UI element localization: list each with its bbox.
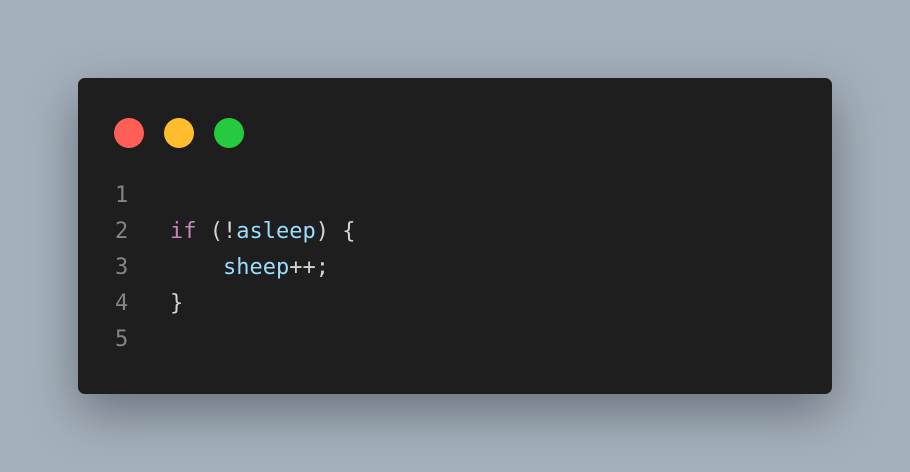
indent-token [170, 255, 223, 280]
punctuation-token: (! [196, 219, 237, 244]
line-number: 4 [115, 291, 129, 316]
line-number: 3 [115, 255, 129, 280]
identifier-token: asleep [236, 219, 316, 244]
minimize-button[interactable] [164, 118, 194, 148]
punctuation-token: } [170, 291, 184, 316]
code-line: 2 if (!asleep) { [115, 214, 795, 250]
code-line: 1 [115, 178, 795, 214]
maximize-button[interactable] [214, 118, 244, 148]
code-line: 3 sheep++; [115, 250, 795, 286]
line-number: 1 [115, 183, 129, 208]
punctuation-token: ++; [289, 255, 329, 280]
code-window: 1 2 if (!asleep) { 3 sheep++; 4 } 5 [78, 78, 832, 394]
line-content: sheep++; [170, 250, 329, 286]
line-number: 5 [115, 327, 129, 352]
line-content: if (!asleep) { [170, 214, 355, 250]
keyword-token: if [170, 219, 197, 244]
code-line: 4 } [115, 286, 795, 322]
code-line: 5 [115, 322, 795, 358]
code-editor[interactable]: 1 2 if (!asleep) { 3 sheep++; 4 } 5 [115, 178, 795, 358]
punctuation-token: ) { [315, 219, 356, 244]
line-number: 2 [115, 219, 129, 244]
identifier-token: sheep [222, 255, 290, 280]
window-controls [114, 118, 244, 148]
line-content: } [170, 286, 183, 322]
close-button[interactable] [114, 118, 144, 148]
